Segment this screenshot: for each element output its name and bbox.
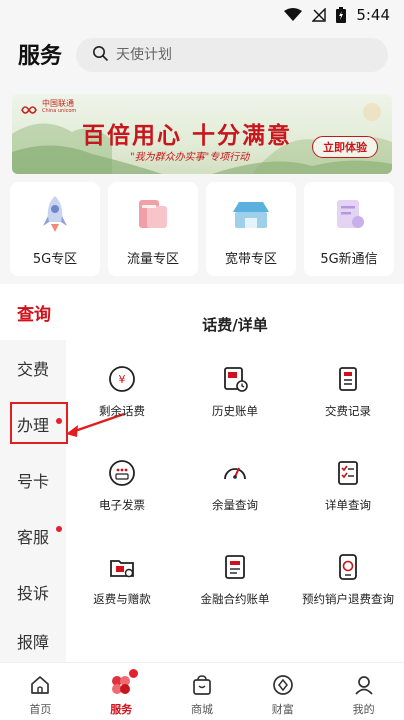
grid-item-label: 金融合约账单 xyxy=(200,592,270,606)
status-time: 5:44 xyxy=(356,6,390,24)
side-nav: 查询 交费 办理 号卡 客服 投诉 报障 xyxy=(0,284,66,662)
gauge-icon xyxy=(220,458,250,488)
message-document-icon xyxy=(327,192,371,236)
cancel-refund-icon xyxy=(333,552,363,582)
grid-item-payment-record[interactable]: 交费记录 xyxy=(292,364,404,434)
grid-item-label: 交费记录 xyxy=(325,404,371,418)
side-nav-item-query[interactable]: 查询 xyxy=(0,284,66,340)
notification-dot xyxy=(56,526,62,532)
grid-item-e-invoice[interactable]: 电子发票 xyxy=(66,458,178,528)
grid-item-label: 预约销户退费查询 xyxy=(302,592,394,606)
tab-label: 商城 xyxy=(190,703,213,716)
side-nav-label: 查询 xyxy=(17,304,51,325)
promo-banner[interactable]: 中国联通 China unicom 百倍用心 十分满意 "我为群众办实事"专项行… xyxy=(12,94,392,174)
search-icon xyxy=(92,45,108,65)
tab-label: 服务 xyxy=(110,703,133,716)
data-traffic-icon xyxy=(131,192,175,236)
brand-name: 中国联通 xyxy=(42,99,74,108)
profile-icon xyxy=(352,673,376,697)
zone-cards: 5G专区 流量专区 宽带专区 5G新通信 xyxy=(10,182,394,276)
tab-label: 财富 xyxy=(271,703,294,716)
tab-wealth[interactable]: 财富 xyxy=(242,663,323,720)
grid-item-remaining-quota[interactable]: 余量查询 xyxy=(179,458,291,528)
grid-item-detail-query[interactable]: 详单查询 xyxy=(292,458,404,528)
side-nav-label: 报障 xyxy=(17,633,50,652)
side-nav-item-complaint[interactable]: 投诉 xyxy=(0,564,66,620)
highlight-box xyxy=(10,402,68,444)
section-title: 话费/详单 xyxy=(202,316,268,334)
broadband-store-icon xyxy=(229,192,273,236)
banner-headline: 百倍用心 十分满意 xyxy=(82,122,293,149)
side-nav-item-payment[interactable]: 交费 xyxy=(0,340,66,396)
grid-item-rebate[interactable]: 返费与赠款 xyxy=(66,552,178,622)
grid-item-finance-contract-bill[interactable]: 金融合约账单 xyxy=(179,552,291,622)
side-nav-item-fault-report[interactable]: 报障 xyxy=(0,620,66,662)
tab-label: 我的 xyxy=(352,703,375,716)
shopping-bag-icon xyxy=(190,673,214,697)
tab-mine[interactable]: 我的 xyxy=(323,663,404,720)
page-title: 服务 xyxy=(18,44,63,69)
notification-badge xyxy=(129,669,139,678)
grid-item-label: 详单查询 xyxy=(325,498,371,512)
grid-item-label: 剩余话费 xyxy=(99,404,145,418)
svg-text:¥: ¥ xyxy=(119,373,126,386)
brand-logo: 中国联通 China unicom xyxy=(20,100,76,114)
grid-item-remaining-balance[interactable]: ¥ 剩余话费 xyxy=(66,364,178,434)
zone-label: 5G专区 xyxy=(32,252,78,267)
wealth-diamond-icon xyxy=(271,673,295,697)
brand-sub: China unicom xyxy=(42,108,77,114)
yuan-coin-icon: ¥ xyxy=(107,364,137,394)
search-input[interactable] xyxy=(116,47,366,63)
side-nav-label: 号卡 xyxy=(17,472,50,491)
grid-item-label: 返费与赠款 xyxy=(93,592,151,606)
no-signal-icon xyxy=(312,8,327,22)
grid-item-cancel-refund-query[interactable]: 预约销户退费查询 xyxy=(292,552,404,622)
grid-item-label: 历史账单 xyxy=(212,404,258,418)
tab-service[interactable]: 服务 xyxy=(81,663,162,720)
bill-history-icon xyxy=(220,364,250,394)
side-nav-item-number-card[interactable]: 号卡 xyxy=(0,452,66,508)
tab-home[interactable]: 首页 xyxy=(0,663,81,720)
zone-label: 流量专区 xyxy=(126,252,179,267)
rocket-icon xyxy=(33,192,77,236)
status-bar: 5:44 xyxy=(0,0,404,30)
tab-mall[interactable]: 商城 xyxy=(162,663,243,720)
zone-5g-messaging[interactable]: 5G新通信 xyxy=(304,182,394,276)
banner-subline: "我为群众办实事"专项行动 xyxy=(130,152,250,163)
contract-bill-icon xyxy=(220,552,250,582)
side-nav-label: 交费 xyxy=(17,360,50,379)
zone-label: 宽带专区 xyxy=(224,252,277,267)
zone-5g[interactable]: 5G专区 xyxy=(10,182,100,276)
home-icon xyxy=(28,673,52,697)
zone-label: 5G新通信 xyxy=(320,252,378,267)
grid-item-label: 余量查询 xyxy=(212,498,258,512)
try-now-button[interactable]: 立即体验 xyxy=(312,136,378,158)
grid-item-label: 电子发票 xyxy=(99,498,145,512)
search-bar[interactable] xyxy=(76,38,388,72)
payment-record-icon xyxy=(333,364,363,394)
header: 服务 xyxy=(0,36,404,76)
tab-label: 首页 xyxy=(29,703,52,716)
side-nav-label: 投诉 xyxy=(17,584,50,603)
e-invoice-icon xyxy=(107,458,137,488)
unicom-knot-icon xyxy=(20,101,38,114)
bottom-nav: 首页 服务 商城 财富 我的 xyxy=(0,662,404,720)
zone-broadband[interactable]: 宽带专区 xyxy=(206,182,296,276)
battery-charging-icon xyxy=(336,7,347,23)
zone-data[interactable]: 流量专区 xyxy=(108,182,198,276)
side-nav-item-customer-service[interactable]: 客服 xyxy=(0,508,66,564)
detail-list-icon xyxy=(333,458,363,488)
side-nav-label: 客服 xyxy=(17,528,50,547)
service-panel: 查询 交费 办理 号卡 客服 投诉 报障 话费/详单 ¥ 剩余话费 历史账单 交… xyxy=(0,284,404,662)
grid-item-history-bill[interactable]: 历史账单 xyxy=(179,364,291,434)
wifi-icon xyxy=(284,8,303,22)
rebate-folder-icon xyxy=(107,552,137,582)
